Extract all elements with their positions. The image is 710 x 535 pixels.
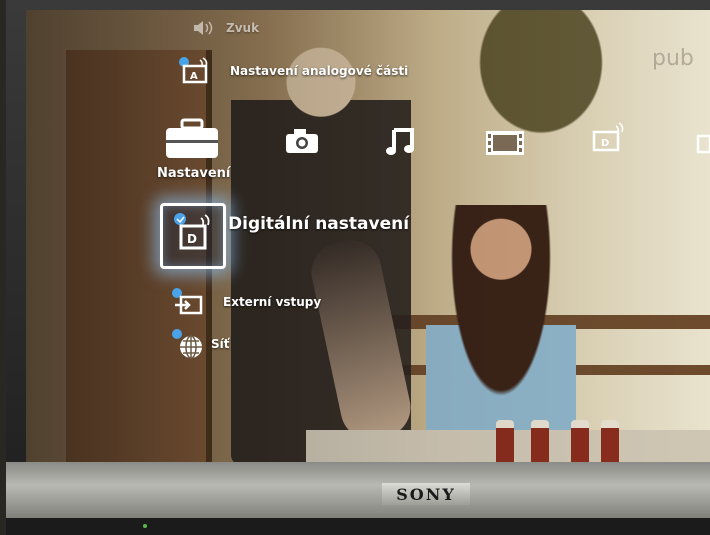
svg-text:D: D xyxy=(187,232,197,246)
music-note-icon xyxy=(386,126,414,156)
tv-icon xyxy=(696,134,710,154)
svg-text:A: A xyxy=(190,71,198,82)
tv-bezel xyxy=(6,462,710,520)
svg-text:D: D xyxy=(601,138,609,149)
external-inputs-icon xyxy=(171,287,205,317)
category-label: Nastavení xyxy=(157,166,231,181)
toolbox-icon xyxy=(164,118,220,160)
tv-screen: pub Zvuk A Nastavení analogové části Nas… xyxy=(26,10,710,465)
menu-item-network[interactable]: Síť xyxy=(171,328,230,360)
category-settings[interactable] xyxy=(164,118,220,164)
category-digital-tv[interactable]: D xyxy=(592,122,626,158)
xmb-menu: Zvuk A Nastavení analogové části Nastave… xyxy=(26,10,710,465)
menu-item-label: Síť xyxy=(211,337,230,351)
category-photo[interactable] xyxy=(285,128,319,158)
power-led xyxy=(143,524,147,528)
menu-item-sound[interactable]: Zvuk xyxy=(192,20,259,36)
menu-item-external-inputs[interactable]: Externí vstupy xyxy=(171,287,321,317)
speaker-icon xyxy=(192,20,214,36)
selected-item-highlight[interactable]: D xyxy=(160,203,226,269)
category-next[interactable] xyxy=(696,134,710,158)
digital-tv-icon: D xyxy=(592,122,626,154)
film-icon xyxy=(485,130,525,156)
category-video[interactable] xyxy=(485,130,525,160)
analog-tv-settings-icon: A xyxy=(178,56,210,86)
brand-logo: SONY xyxy=(382,483,470,505)
selected-item-label: Digitální nastavení xyxy=(228,214,410,234)
tv-base xyxy=(6,518,710,535)
menu-item-label: Zvuk xyxy=(226,21,260,35)
camera-icon xyxy=(285,128,319,154)
digital-tv-settings-icon: D xyxy=(173,212,213,254)
menu-item-label: Externí vstupy xyxy=(223,295,322,309)
menu-item-label: Nastavení analogové části xyxy=(230,64,409,78)
network-globe-icon xyxy=(171,328,205,360)
menu-item-analog-settings[interactable]: A Nastavení analogové části xyxy=(178,56,408,86)
category-music[interactable] xyxy=(386,126,414,160)
